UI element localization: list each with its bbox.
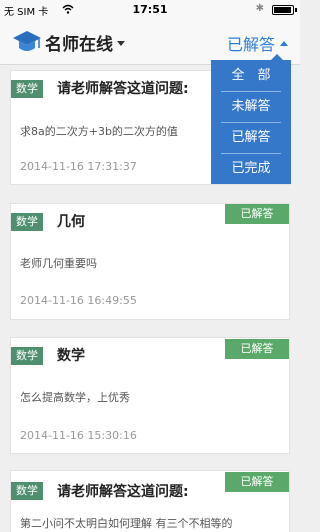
question-body: 怎么提高数学，上优秀 [20,391,130,404]
filter-dropdown: 全 部 未解答 已解答 已完成 [211,54,291,184]
question-card[interactable]: 数学 几何 已解答 老师几何重要吗 2014-11-16 16:49:55 [10,203,290,320]
question-body: 老师几何重要吗 [20,257,97,270]
subject-tag: 数学 [11,347,43,365]
caret-down-icon [117,40,125,46]
question-card[interactable]: 数学 请老师解答这道问题: 已解答 第二小问不太明白如何理解 有三个不相等的 [10,470,290,532]
subject-tag: 数学 [11,482,43,500]
status-badge: 已解答 [225,204,289,224]
battery-icon [272,5,297,15]
app-title-menu[interactable]: 名师在线 [12,29,125,55]
status-badge: 已解答 [225,339,289,359]
question-title: 数学 [57,348,85,364]
filter-option-completed[interactable]: 已完成 [219,153,283,184]
question-body: 求8a的二次方+3b的二次方的值 [20,125,178,138]
graduation-cap-icon [13,31,41,51]
question-card[interactable]: 数学 数学 已解答 怎么提高数学，上优秀 2014-11-16 15:30:16 [10,337,290,454]
question-title: 请老师解答这道问题: [57,81,189,97]
question-time: 2014-11-16 16:49:55 [20,294,137,307]
filter-toggle[interactable]: 已解答 [227,31,288,55]
subject-tag: 数学 [11,213,43,231]
filter-option-answered[interactable]: 已解答 [219,122,283,153]
status-bar: 无 SIM 卡 17:51 ✱ [0,0,300,20]
question-time: 2014-11-16 17:31:37 [20,160,137,173]
subject-tag: 数学 [11,80,43,98]
question-time: 2014-11-16 15:30:16 [20,429,137,442]
question-title: 几何 [57,214,85,230]
status-badge: 已解答 [225,472,289,492]
nav-bar: 名师在线 已解答 [0,20,300,65]
caret-up-icon [280,40,288,46]
filter-option-all[interactable]: 全 部 [219,60,283,91]
filter-option-unanswered[interactable]: 未解答 [219,91,283,122]
question-body: 第二小问不太明白如何理解 有三个不相等的 [20,517,233,530]
app-title: 名师在线 [45,34,113,55]
question-title: 请老师解答这道问题: [57,484,189,500]
filter-label: 已解答 [226,35,275,54]
bluetooth-icon: ✱ [255,3,264,14]
